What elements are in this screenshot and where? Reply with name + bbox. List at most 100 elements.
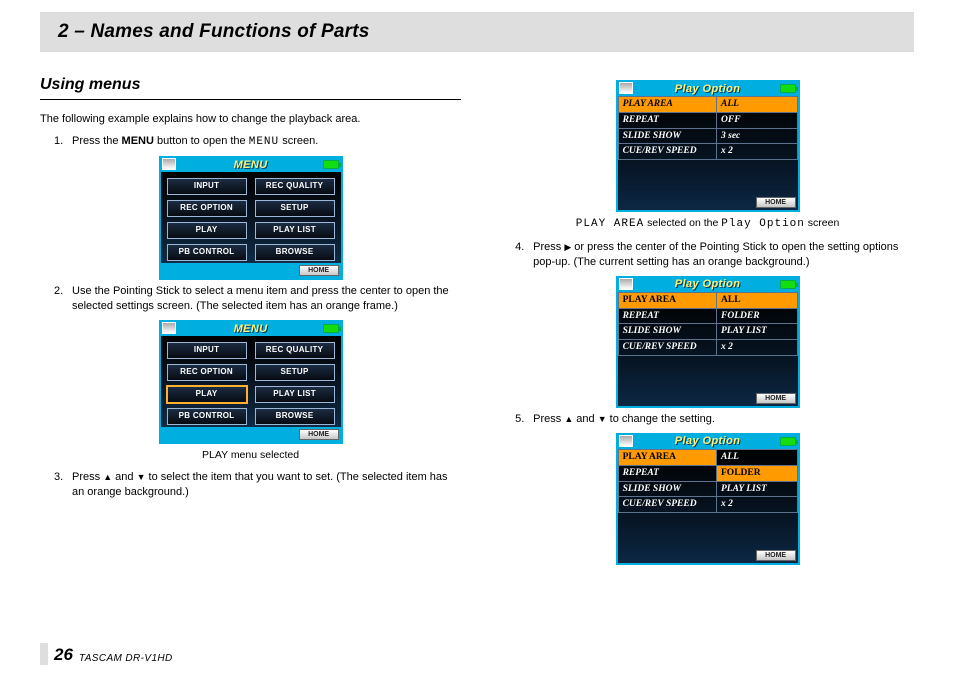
section-heading: Using menus (40, 74, 461, 100)
home-strip: HOME (161, 263, 341, 278)
product-model: TASCAM DR-V1HD (79, 653, 173, 665)
screen-titlebar: Play Option (618, 435, 798, 449)
menu-btn-input[interactable]: INPUT (167, 342, 247, 359)
screen-titlebar: MENU (161, 158, 341, 172)
camera-icon (619, 82, 633, 94)
screenshot-caption: PLAY menu selected (40, 448, 461, 462)
opt-label: SLIDE SHOW (618, 128, 716, 144)
screen-title: Play Option (675, 82, 741, 97)
step-number: 3. (54, 470, 72, 500)
t: Press the (72, 135, 122, 147)
menu-bold: MENU (122, 135, 154, 147)
home-strip: HOME (618, 160, 798, 210)
battery-icon (780, 437, 796, 446)
t: Press (533, 241, 564, 253)
t: Press (533, 413, 564, 425)
home-button[interactable]: HOME (756, 197, 796, 208)
option-row[interactable]: SLIDE SHOWPLAY LIST (618, 481, 797, 497)
menu-grid: INPUT REC QUALITY REC OPTION SETUP PLAY … (161, 336, 341, 427)
t: screen (805, 217, 839, 229)
menu-btn-browse[interactable]: BROWSE (255, 244, 335, 261)
option-body: PLAY AREAALL REPEATFOLDER SLIDE SHOWPLAY… (618, 449, 798, 563)
t: screen. (279, 135, 318, 147)
screenshot-playoption-1: Play Option PLAY AREAALL REPEATOFF SLIDE… (501, 80, 914, 212)
opt-value: ALL (717, 97, 798, 113)
menu-btn-playlist[interactable]: PLAY LIST (255, 222, 335, 239)
screen-title: Play Option (675, 434, 741, 449)
menu-btn-play[interactable]: PLAY (167, 222, 247, 239)
page-number: 26 (54, 645, 73, 665)
opt-value: OFF (717, 112, 798, 128)
menu-btn-play-selected[interactable]: PLAY (167, 386, 247, 403)
device-screen: MENU INPUT REC QUALITY REC OPTION SETUP … (159, 156, 343, 280)
option-row[interactable]: PLAY AREAALL (618, 292, 797, 308)
camera-icon (619, 278, 633, 290)
opt-label: PLAY AREA (618, 97, 716, 113)
chapter-header: 2 – Names and Functions of Parts (40, 12, 914, 52)
t: or press the center of the Pointing Stic… (533, 241, 898, 268)
menu-btn-recoption[interactable]: REC OPTION (167, 364, 247, 381)
up-triangle-icon: ▲ (564, 414, 573, 424)
home-strip: HOME (618, 356, 798, 406)
opt-value: 3 sec (717, 128, 798, 144)
menu-btn-input[interactable]: INPUT (167, 178, 247, 195)
screenshot-caption: PLAY AREA selected on the Play Option sc… (501, 216, 914, 232)
content-columns: Using menus The following example explai… (0, 52, 954, 569)
option-row-selected[interactable]: PLAY AREAALL (618, 97, 797, 113)
option-row[interactable]: CUE/REV SPEEDx 2 (618, 340, 797, 356)
home-strip: HOME (618, 513, 798, 563)
step-text: Use the Pointing Stick to select a menu … (72, 284, 461, 314)
step-text: Press ▲ and ▼ to select the item that yo… (72, 470, 461, 500)
option-row[interactable]: REPEATFOLDER (618, 308, 797, 324)
home-button[interactable]: HOME (299, 429, 339, 440)
opt-label: SLIDE SHOW (618, 324, 716, 340)
option-body: PLAY AREAALL REPEATFOLDER SLIDE SHOWPLAY… (618, 292, 798, 406)
menu-btn-recquality[interactable]: REC QUALITY (255, 178, 335, 195)
menu-btn-browse[interactable]: BROWSE (255, 408, 335, 425)
option-row[interactable]: REPEATOFF (618, 112, 797, 128)
option-row[interactable]: SLIDE SHOW3 sec (618, 128, 797, 144)
option-body: PLAY AREAALL REPEATOFF SLIDE SHOW3 sec C… (618, 96, 798, 210)
menu-btn-pbcontrol[interactable]: PB CONTROL (167, 244, 247, 261)
lcd-text: Play Option (721, 218, 805, 230)
option-table: PLAY AREAALL REPEATFOLDER SLIDE SHOWPLAY… (618, 449, 798, 513)
opt-label: REPEAT (618, 308, 716, 324)
screen-titlebar: MENU (161, 322, 341, 336)
opt-value-selected: ALL (717, 292, 798, 308)
option-row[interactable]: REPEATFOLDER (618, 465, 797, 481)
left-column: Using menus The following example explai… (40, 74, 461, 569)
home-button[interactable]: HOME (299, 265, 339, 276)
screen-title: MENU (234, 322, 268, 337)
home-button[interactable]: HOME (756, 393, 796, 404)
opt-label: CUE/REV SPEED (618, 497, 716, 513)
menu-btn-recquality[interactable]: REC QUALITY (255, 342, 335, 359)
screenshot-playoption-3: Play Option PLAY AREAALL REPEATFOLDER SL… (501, 433, 914, 565)
option-row[interactable]: CUE/REV SPEEDx 2 (618, 144, 797, 160)
battery-icon (323, 324, 339, 333)
battery-icon (780, 280, 796, 289)
menu-grid: INPUT REC QUALITY REC OPTION SETUP PLAY … (161, 172, 341, 263)
option-row[interactable]: CUE/REV SPEEDx 2 (618, 497, 797, 513)
step-3: 3. Press ▲ and ▼ to select the item that… (54, 470, 461, 500)
opt-label: CUE/REV SPEED (618, 340, 716, 356)
opt-value: PLAY LIST (717, 324, 798, 340)
menu-btn-setup[interactable]: SETUP (255, 364, 335, 381)
option-row[interactable]: PLAY AREAALL (618, 449, 797, 465)
step-text: Press ▶ or press the center of the Point… (533, 240, 914, 270)
opt-value: ALL (717, 449, 798, 465)
camera-icon (162, 158, 176, 170)
menu-btn-playlist[interactable]: PLAY LIST (255, 386, 335, 403)
opt-value: PLAY LIST (717, 481, 798, 497)
screen-title: MENU (234, 158, 268, 173)
t: to change the setting. (607, 413, 715, 425)
option-row[interactable]: SLIDE SHOWPLAY LIST (618, 324, 797, 340)
home-button[interactable]: HOME (756, 550, 796, 561)
screen-titlebar: Play Option (618, 278, 798, 292)
menu-btn-recoption[interactable]: REC OPTION (167, 200, 247, 217)
step-text: Press ▲ and ▼ to change the setting. (533, 412, 914, 427)
step-number: 5. (515, 412, 533, 427)
camera-icon (162, 322, 176, 334)
menu-btn-pbcontrol[interactable]: PB CONTROL (167, 408, 247, 425)
menu-btn-setup[interactable]: SETUP (255, 200, 335, 217)
camera-icon (619, 435, 633, 447)
